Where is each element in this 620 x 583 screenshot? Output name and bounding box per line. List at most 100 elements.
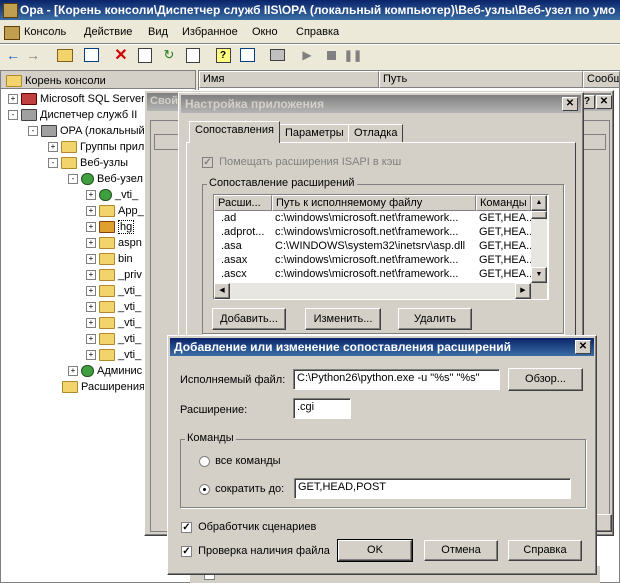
browse-button[interactable]: Обзор...: [508, 368, 583, 391]
list-hscrollbar[interactable]: [214, 283, 531, 299]
remove-mapping-button[interactable]: Удалить: [398, 308, 472, 330]
edit-close-button[interactable]: ✕: [575, 340, 591, 354]
add-mapping-button[interactable]: Добавить...: [212, 308, 286, 330]
cell-ext: .adprot...: [221, 226, 265, 238]
tree-item-vti-3[interactable]: + _vti_: [86, 299, 141, 315]
cancel-button[interactable]: Отмена: [424, 540, 498, 561]
properties-close-button[interactable]: ✕: [596, 95, 612, 109]
tree-item-aspnet[interactable]: + aspn: [86, 235, 142, 251]
tree-item-opa[interactable]: - OPA (локальный: [28, 123, 145, 139]
expand-icon[interactable]: +: [8, 94, 18, 105]
header-commands[interactable]: Команды: [476, 195, 531, 211]
collapse-icon[interactable]: -: [8, 110, 18, 121]
radio-selected-icon: [199, 483, 210, 495]
expand-icon[interactable]: +: [86, 350, 96, 361]
column-message[interactable]: Сообщ: [583, 71, 620, 88]
tree-item-vti-2[interactable]: + _vti_: [86, 283, 141, 299]
computer-icon[interactable]: [268, 46, 286, 64]
properties-icon[interactable]: [136, 46, 154, 64]
verify-file-checkbox[interactable]: ✓ Проверка наличия файла: [181, 545, 330, 557]
expand-icon[interactable]: +: [86, 318, 96, 329]
extension-input[interactable]: .cgi: [293, 398, 351, 419]
menu-favorites[interactable]: Избранное: [182, 22, 252, 42]
all-verbs-radio[interactable]: все команды: [199, 455, 281, 467]
scroll-right-button[interactable]: ▶: [515, 283, 531, 299]
tree-item-private[interactable]: + _priv: [86, 267, 142, 283]
help-button[interactable]: Справка: [508, 540, 582, 561]
app-config-close-button[interactable]: ✕: [562, 97, 578, 111]
tree-item-app[interactable]: + App_: [86, 203, 144, 219]
limit-verbs-radio[interactable]: сократить до:: [199, 483, 284, 495]
collapse-icon[interactable]: -: [68, 174, 78, 185]
edit-mapping-button[interactable]: Изменить...: [305, 308, 381, 330]
expand-icon[interactable]: +: [68, 366, 78, 377]
folder-icon: [99, 253, 115, 266]
menu-view[interactable]: Вид: [148, 22, 182, 42]
scroll-up-button[interactable]: ▲: [531, 195, 547, 211]
properties-ok-button[interactable]: [596, 514, 612, 532]
tab-options[interactable]: Параметры: [279, 124, 350, 143]
tab-mappings[interactable]: Сопоставления: [189, 121, 280, 143]
tree-item-console-root[interactable]: Корень консоли: [6, 73, 106, 89]
expand-icon[interactable]: +: [48, 142, 58, 153]
collapse-icon[interactable]: -: [28, 126, 38, 137]
tree-item-iis[interactable]: - Диспетчер служб II: [8, 107, 137, 123]
column-name[interactable]: Имя: [199, 71, 379, 88]
tab-debugging[interactable]: Отладка: [348, 124, 404, 143]
up-folder-icon[interactable]: [56, 46, 74, 64]
tree-item-vti-4[interactable]: + _vti_: [86, 315, 141, 331]
expand-icon[interactable]: +: [86, 270, 96, 281]
tree-item-bin[interactable]: + bin: [86, 251, 133, 267]
back-arrow-icon[interactable]: ←: [4, 46, 22, 64]
exe-input[interactable]: C:\Python26\python.exe -u "%s" "%s": [293, 369, 500, 390]
column-path[interactable]: Путь: [379, 71, 583, 88]
play-icon[interactable]: ▶: [298, 46, 316, 64]
forward-arrow-icon[interactable]: →: [24, 46, 42, 64]
tree-item-app-groups[interactable]: + Группы прил: [48, 139, 144, 155]
script-engine-checkbox[interactable]: ✓ Обработчик сценариев: [181, 521, 316, 533]
collapse-icon[interactable]: -: [48, 158, 58, 169]
export-icon[interactable]: [184, 46, 202, 64]
folder-icon: [99, 205, 115, 218]
tree-item-hg[interactable]: + hg: [86, 219, 135, 235]
expand-icon[interactable]: +: [86, 222, 96, 233]
limit-verbs-input[interactable]: GET,HEAD,POST: [294, 478, 571, 499]
scroll-thumb[interactable]: [531, 211, 547, 219]
expand-icon[interactable]: +: [86, 302, 96, 313]
expand-icon[interactable]: +: [86, 334, 96, 345]
header-path[interactable]: Путь к исполняемому файлу: [272, 195, 476, 211]
scroll-left-button[interactable]: ◀: [214, 283, 230, 299]
folder-icon: [99, 349, 115, 362]
stop-icon[interactable]: [322, 46, 340, 64]
expand-icon[interactable]: +: [86, 190, 96, 201]
tree-item-vti-1[interactable]: + _vti_: [86, 187, 138, 203]
ok-button[interactable]: OK: [337, 539, 413, 562]
help-icon[interactable]: ?: [214, 46, 232, 64]
folder-icon: [99, 301, 115, 314]
menu-window[interactable]: Окно: [252, 22, 292, 42]
tree-item-default-site[interactable]: - Веб-узел: [68, 171, 143, 187]
tree-item-vti-5[interactable]: + _vti_: [86, 331, 141, 347]
menu-help[interactable]: Справка: [296, 22, 353, 42]
pause-icon[interactable]: ❚❚: [344, 46, 362, 64]
tree-item-sql[interactable]: + Microsoft SQL Server: [8, 91, 145, 107]
tree-item-vti-6[interactable]: + _vti_: [86, 347, 141, 363]
expand-icon[interactable]: +: [86, 206, 96, 217]
expand-icon[interactable]: +: [86, 254, 96, 265]
scroll-down-button[interactable]: ▼: [531, 267, 547, 283]
tree-item-admin[interactable]: + Админис: [68, 363, 142, 379]
menu-action[interactable]: Действие: [84, 22, 146, 42]
isapi-cache-checkbox[interactable]: ✓ Помещать расширения ISAPI в кэш: [202, 156, 401, 168]
tree-toggle-icon[interactable]: [82, 46, 100, 64]
tree-item-extensions[interactable]: Расширения: [62, 379, 145, 395]
delete-icon[interactable]: ✕: [112, 46, 130, 64]
menu-icon[interactable]: [4, 26, 20, 40]
tree-item-websites[interactable]: - Веб-узлы: [48, 155, 128, 171]
expand-icon[interactable]: +: [86, 286, 96, 297]
refresh-icon[interactable]: ↻: [160, 46, 178, 64]
app-icon[interactable]: [3, 3, 18, 18]
header-extension[interactable]: Расши...: [214, 195, 272, 211]
window-icon[interactable]: [238, 46, 256, 64]
menu-console[interactable]: Консоль: [24, 22, 80, 42]
expand-icon[interactable]: +: [86, 238, 96, 249]
